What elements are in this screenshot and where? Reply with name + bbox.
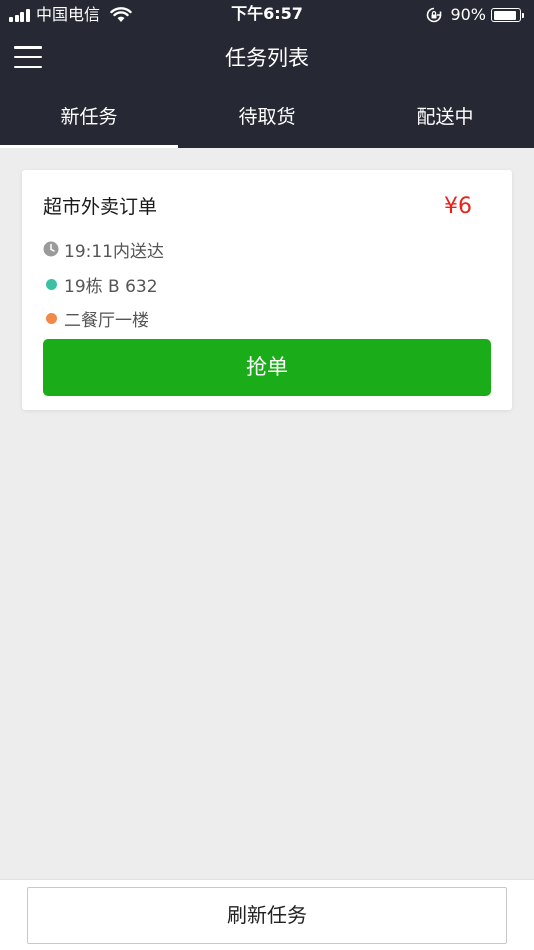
refresh-tasks-button[interactable]: 刷新任务: [27, 887, 507, 944]
hamburger-menu-icon[interactable]: [14, 43, 44, 71]
destination-address: 19栋 B 632: [64, 276, 158, 297]
battery-percent: 90%: [450, 5, 486, 24]
battery-fill: [493, 10, 516, 20]
battery-tip: [522, 12, 524, 18]
status-bar: 中国电信 下午6:57 90%: [0, 0, 534, 30]
page-title: 任务列表: [225, 46, 309, 70]
tab-bar: 新任务 待取货 配送中: [0, 86, 534, 148]
tab-delivering[interactable]: 配送中: [356, 86, 534, 148]
tab-awaiting-pickup[interactable]: 待取货: [178, 86, 356, 148]
nav-bar: 任务列表: [0, 30, 534, 86]
destination-row: 19栋 B 632: [43, 272, 158, 297]
task-card: 超市外卖订单 ¥6 19:11内送达 19栋 B 632 二餐厅一楼 抢单: [22, 170, 512, 410]
pickup-location: 二餐厅一楼: [64, 310, 149, 331]
pickup-row: 二餐厅一楼: [43, 306, 149, 331]
destination-dot-icon: [43, 276, 59, 292]
task-title: 超市外卖订单: [43, 196, 158, 218]
tab-new-tasks[interactable]: 新任务: [0, 86, 178, 148]
rotation-lock-icon: [427, 7, 442, 23]
status-right: 90%: [426, 5, 524, 25]
deliver-time: 19:11内送达: [64, 241, 164, 262]
task-price: ¥6: [444, 194, 472, 219]
grab-order-button[interactable]: 抢单: [43, 339, 491, 396]
battery-icon: [491, 8, 521, 22]
pickup-dot-icon: [43, 310, 59, 326]
bottom-bar: 刷新任务: [0, 879, 534, 950]
header-area: 中国电信 下午6:57 90% 任务列表 新任务 待取货 配送中: [0, 0, 534, 148]
deliver-time-row: 19:11内送达: [43, 237, 164, 262]
clock-icon: [43, 241, 59, 257]
